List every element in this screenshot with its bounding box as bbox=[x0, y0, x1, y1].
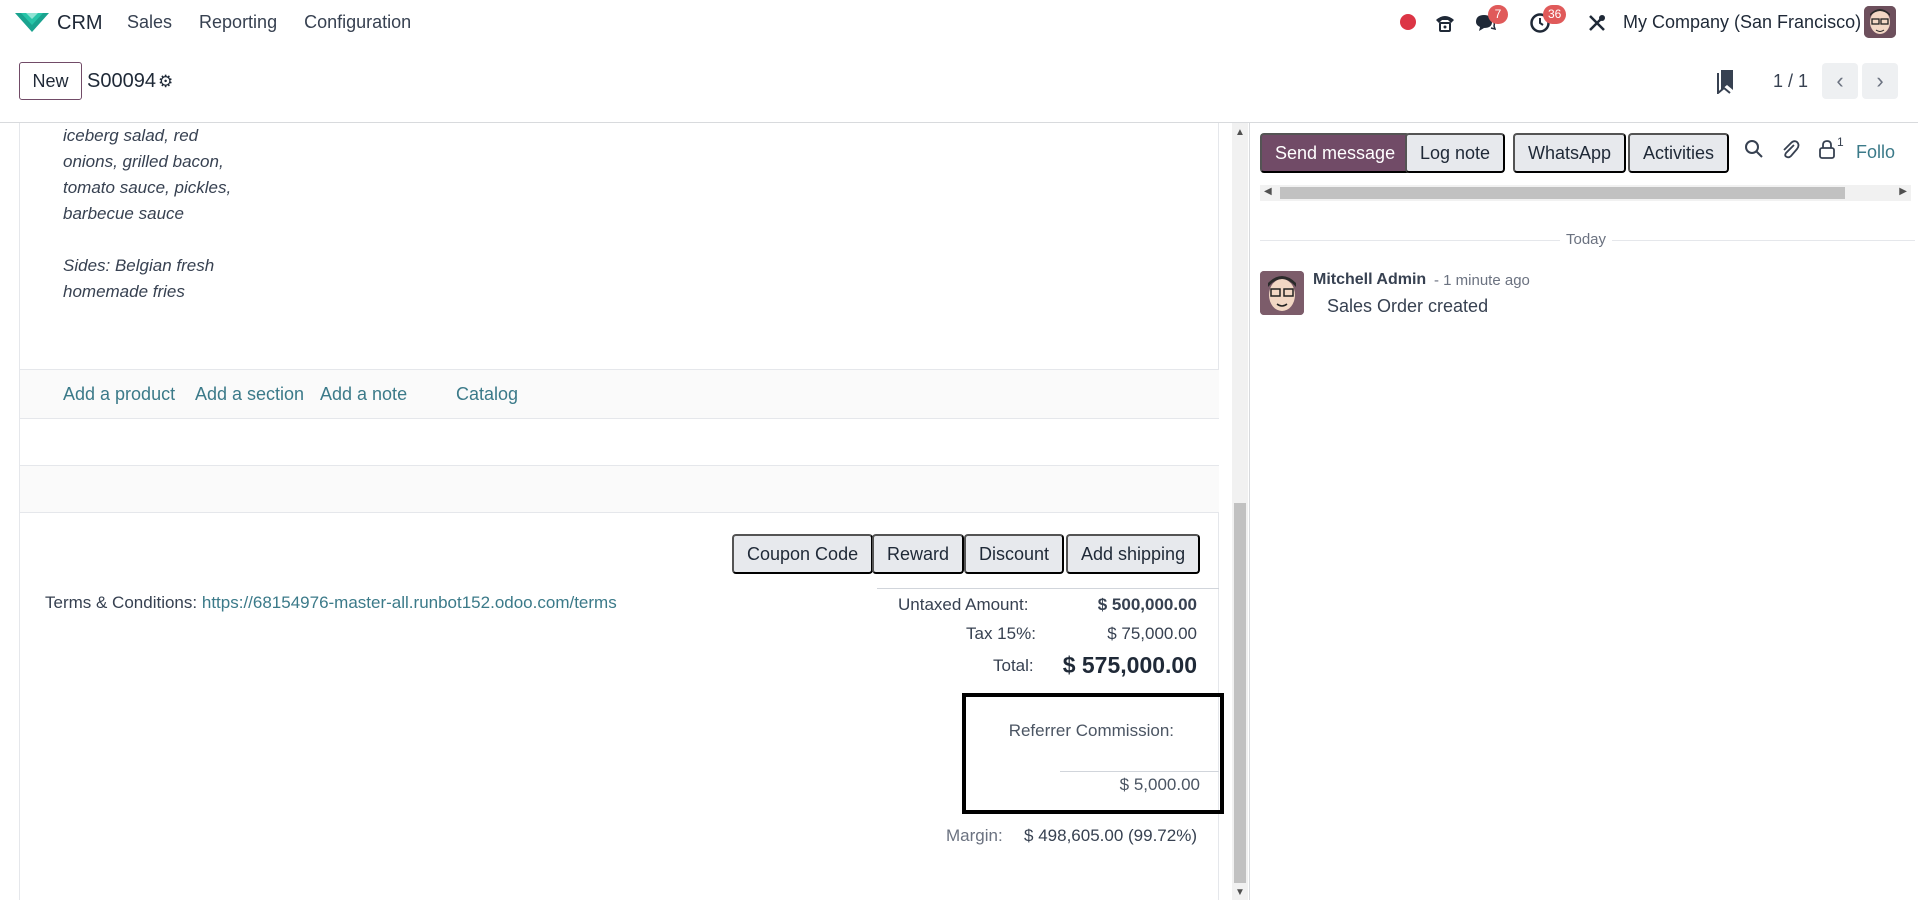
untaxed-amount-label: Untaxed Amount: bbox=[898, 595, 1029, 614]
phone-icon[interactable] bbox=[1432, 10, 1458, 36]
catalog-link[interactable]: Catalog bbox=[456, 384, 518, 405]
clock-icon[interactable]: 36 bbox=[1527, 5, 1567, 36]
main-menu: Sales Reporting Configuration bbox=[127, 12, 438, 33]
followers-icon[interactable]: 1 bbox=[1817, 135, 1844, 165]
untaxed-amount-value: $ 500,000.00 bbox=[1097, 595, 1197, 614]
activities-badge: 36 bbox=[1543, 5, 1567, 24]
referrer-commission-box: Referrer Commission: $ 5,000.00 bbox=[962, 693, 1224, 814]
control-panel: New S00094 ⚙ 1 / 1 ‹ › bbox=[0, 45, 1918, 123]
terms-link[interactable]: https://68154976-master-all.runbot152.od… bbox=[202, 593, 617, 612]
terms-label: Terms & Conditions: bbox=[45, 593, 198, 612]
new-button[interactable]: New bbox=[19, 62, 82, 100]
product-description: iceberg salad, red onions, grilled bacon… bbox=[63, 123, 231, 305]
bookmark-icon[interactable] bbox=[1716, 68, 1736, 94]
message-time: - 1 minute ago bbox=[1434, 272, 1530, 289]
record-name: S00094 bbox=[87, 70, 156, 92]
date-separator: Today bbox=[1560, 231, 1613, 248]
paperclip-icon[interactable] bbox=[1780, 139, 1800, 167]
coupon-code-button[interactable]: Coupon Code bbox=[732, 534, 874, 574]
referrer-commission-value: $ 5,000.00 bbox=[1119, 775, 1200, 794]
menu-sales[interactable]: Sales bbox=[127, 12, 172, 33]
top-navbar: CRM Sales Reporting Configuration 7 36 M… bbox=[0, 0, 1918, 45]
chatter-panel: Send message Log note WhatsApp Activitie… bbox=[1249, 123, 1918, 900]
log-note-button[interactable]: Log note bbox=[1405, 133, 1506, 173]
add-line-row: Add a product Add a section Add a note C… bbox=[20, 369, 1219, 419]
totals-divider bbox=[877, 588, 1219, 589]
discount-button[interactable]: Discount bbox=[964, 534, 1065, 574]
total-value: $ 575,000.00 bbox=[1062, 652, 1197, 678]
menu-configuration[interactable]: Configuration bbox=[304, 12, 411, 33]
tax-value: $ 75,000.00 bbox=[1107, 624, 1197, 643]
pager-previous-button[interactable]: ‹ bbox=[1822, 63, 1858, 99]
terms-and-conditions: Terms & Conditions: https://68154976-mas… bbox=[45, 593, 617, 613]
search-icon[interactable] bbox=[1744, 139, 1764, 165]
gear-icon[interactable]: ⚙ bbox=[158, 72, 173, 92]
tax-label: Tax 15%: bbox=[966, 624, 1036, 643]
scroll-right-icon[interactable]: ▶ bbox=[1899, 186, 1907, 197]
add-shipping-button[interactable]: Add shipping bbox=[1066, 534, 1201, 574]
scrollbar-thumb[interactable] bbox=[1280, 187, 1845, 199]
margin-value: $ 498,605.00 (99.72%) bbox=[1024, 826, 1197, 845]
description-line: homemade fries bbox=[63, 282, 185, 301]
sales-order-form: iceberg salad, red onions, grilled bacon… bbox=[19, 123, 1224, 900]
app-name[interactable]: CRM bbox=[57, 12, 103, 35]
form-scrollbar[interactable]: ▲ ▼ bbox=[1232, 123, 1248, 900]
empty-row bbox=[20, 466, 1219, 513]
messages-badge: 7 bbox=[1488, 5, 1508, 24]
tools-icon[interactable] bbox=[1584, 10, 1610, 36]
total-label: Total: bbox=[993, 656, 1034, 675]
follow-button[interactable]: Follo bbox=[1856, 142, 1895, 163]
message-body: Sales Order created bbox=[1327, 296, 1489, 316]
scroll-left-icon[interactable]: ◀ bbox=[1264, 186, 1272, 197]
description-line: onions, grilled bacon, bbox=[63, 152, 224, 171]
whatsapp-button[interactable]: WhatsApp bbox=[1513, 133, 1627, 173]
chevron-right-icon: › bbox=[1876, 68, 1884, 93]
pager-value[interactable]: 1 / 1 bbox=[1773, 71, 1808, 92]
user-avatar[interactable] bbox=[1864, 6, 1896, 38]
menu-reporting[interactable]: Reporting bbox=[199, 12, 277, 33]
followers-count: 1 bbox=[1837, 135, 1844, 149]
add-product-link[interactable]: Add a product bbox=[63, 384, 175, 405]
description-line: barbecue sauce bbox=[63, 204, 184, 223]
empty-row bbox=[20, 419, 1219, 466]
company-switcher[interactable]: My Company (San Francisco) bbox=[1623, 12, 1861, 33]
description-line: Sides: Belgian fresh bbox=[63, 256, 215, 275]
crm-logo-icon[interactable] bbox=[15, 10, 49, 34]
message-author-avatar[interactable] bbox=[1260, 271, 1304, 315]
add-note-link[interactable]: Add a note bbox=[320, 384, 407, 405]
send-message-button[interactable]: Send message bbox=[1260, 133, 1411, 173]
scrollbar-thumb[interactable] bbox=[1234, 503, 1246, 883]
recording-dot-icon[interactable] bbox=[1400, 14, 1416, 30]
scroll-up-icon[interactable]: ▲ bbox=[1235, 127, 1245, 138]
description-line: tomato sauce, pickles, bbox=[63, 178, 232, 197]
pager-next-button[interactable]: › bbox=[1862, 63, 1898, 99]
chat-icon[interactable]: 7 bbox=[1472, 5, 1508, 36]
add-section-link[interactable]: Add a section bbox=[195, 384, 304, 405]
message-author[interactable]: Mitchell Admin bbox=[1313, 271, 1426, 289]
referrer-commission-label: Referrer Commission: bbox=[1008, 721, 1174, 740]
chevron-left-icon: ‹ bbox=[1836, 68, 1844, 93]
scroll-down-icon[interactable]: ▼ bbox=[1235, 887, 1245, 898]
reward-button[interactable]: Reward bbox=[872, 534, 965, 574]
chatter-horizontal-scrollbar[interactable]: ◀ ▶ bbox=[1260, 185, 1911, 201]
margin-label: Margin: bbox=[946, 826, 1003, 845]
description-line bbox=[63, 227, 231, 253]
description-line: iceberg salad, red bbox=[63, 126, 199, 145]
activities-button[interactable]: Activities bbox=[1628, 133, 1730, 173]
